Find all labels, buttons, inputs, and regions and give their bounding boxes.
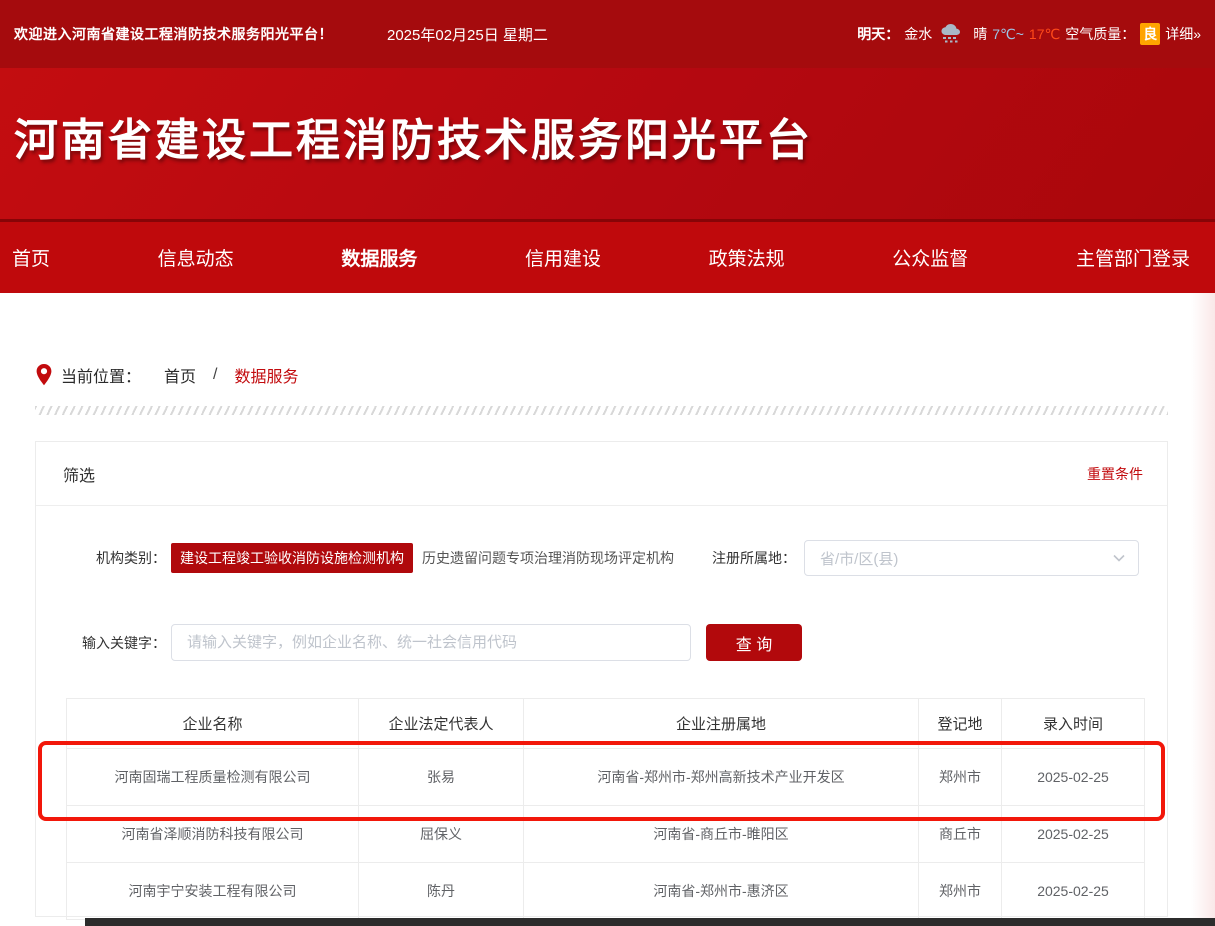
cell-region: 河南省-郑州市-郑州高新技术产业开发区 — [524, 749, 919, 806]
cell-city: 郑州市 — [919, 863, 1002, 920]
col-header-company: 企业名称 — [67, 699, 359, 749]
nav-item-admin-login[interactable]: 主管部门登录 — [1076, 244, 1190, 271]
col-header-entry-date: 录入时间 — [1002, 699, 1145, 749]
breadcrumb-label: 当前位置： — [61, 363, 141, 387]
keyword-filter-row: 输入关键字： 查 询 — [36, 624, 1167, 661]
cell-company: 河南宇宁安装工程有限公司 — [67, 863, 359, 920]
cell-legal-rep: 屈保义 — [359, 806, 524, 863]
weather-tomorrow-label: 明天： — [857, 24, 899, 44]
air-quality-badge: 良 — [1140, 23, 1160, 45]
cell-date: 2025-02-25 — [1002, 806, 1145, 863]
filter-panel: 筛选 重置条件 机构类别： 建设工程竣工验收消防设施检测机构 历史遗留问题专项治… — [35, 441, 1168, 917]
col-header-registration-city: 登记地 — [919, 699, 1002, 749]
table-row[interactable]: 河南省泽顺消防科技有限公司 屈保义 河南省-商丘市-睢阳区 商丘市 2025-0… — [67, 806, 1145, 863]
nav-item-news[interactable]: 信息动态 — [158, 244, 234, 271]
category-filter-row: 机构类别： 建设工程竣工验收消防设施检测机构 历史遗留问题专项治理消防现场评定机… — [36, 540, 1167, 576]
welcome-text: 欢迎进入河南省建设工程消防技术服务阳光平台！ — [14, 24, 333, 44]
keyword-label: 输入关键字： — [36, 633, 166, 653]
weather-district: 金水 — [904, 24, 932, 44]
cell-legal-rep: 陈丹 — [359, 863, 524, 920]
weather-condition: 晴 — [973, 24, 987, 44]
weather-widget: 明天： 金水 晴 7℃~ 17℃ 空气质量： 良 详细» — [857, 23, 1201, 45]
cell-date: 2025-02-25 — [1002, 749, 1145, 806]
col-header-registered-region: 企业注册属地 — [524, 699, 919, 749]
breadcrumb-current[interactable]: 数据服务 — [234, 363, 298, 387]
nav-item-data-service[interactable]: 数据服务 — [341, 244, 417, 271]
bottom-window-strip — [85, 918, 1215, 926]
region-select[interactable]: 省/市/区(县) — [804, 540, 1139, 576]
filter-title: 筛选 — [63, 462, 95, 486]
table-row[interactable]: 河南宇宁安装工程有限公司 陈丹 河南省-郑州市-惠济区 郑州市 2025-02-… — [67, 863, 1145, 920]
search-button[interactable]: 查 询 — [706, 624, 802, 661]
date-text: 2025年02月25日 星期二 — [387, 24, 548, 45]
filter-panel-header: 筛选 重置条件 — [36, 442, 1167, 506]
nav-item-policy[interactable]: 政策法规 — [709, 244, 785, 271]
table-row[interactable]: 河南固瑞工程质量检测有限公司 张易 河南省-郑州市-郑州高新技术产业开发区 郑州… — [67, 749, 1145, 806]
cell-city: 商丘市 — [919, 806, 1002, 863]
category-option-active[interactable]: 建设工程竣工验收消防设施检测机构 — [171, 543, 413, 573]
category-label: 机构类别： — [36, 548, 166, 568]
region-filter-group: 注册所属地： 省/市/区(县) — [712, 540, 1139, 576]
region-label: 注册所属地： — [712, 548, 796, 568]
top-info-bar: 欢迎进入河南省建设工程消防技术服务阳光平台！ 2025年02月25日 星期二 明… — [0, 0, 1215, 68]
nav-item-credit[interactable]: 信用建设 — [525, 244, 601, 271]
breadcrumb-separator: / — [213, 366, 217, 384]
cell-company: 河南固瑞工程质量检测有限公司 — [67, 749, 359, 806]
temp-high: 17℃ — [1029, 26, 1060, 43]
reset-filters-link[interactable]: 重置条件 — [1087, 464, 1143, 484]
keyword-input[interactable] — [171, 624, 691, 661]
air-quality-label: 空气质量： — [1065, 24, 1135, 44]
col-header-legal-rep: 企业法定代表人 — [359, 699, 524, 749]
cell-city: 郑州市 — [919, 749, 1002, 806]
temp-low: 7℃~ — [992, 26, 1024, 43]
nav-item-public-supervision[interactable]: 公众监督 — [892, 244, 968, 271]
chevron-down-icon — [1112, 551, 1126, 565]
cell-legal-rep: 张易 — [359, 749, 524, 806]
category-option-inactive[interactable]: 历史遗留问题专项治理消防现场评定机构 — [422, 548, 674, 568]
nav-item-home[interactable]: 首页 — [12, 244, 50, 271]
breadcrumb: 当前位置： 首页 / 数据服务 — [36, 363, 1215, 387]
location-pin-icon — [36, 364, 52, 386]
cell-region: 河南省-郑州市-惠济区 — [524, 863, 919, 920]
cell-region: 河南省-商丘市-睢阳区 — [524, 806, 919, 863]
results-table: 企业名称 企业法定代表人 企业注册属地 登记地 录入时间 河南固瑞工程质量检测有… — [66, 698, 1145, 920]
table-header-row: 企业名称 企业法定代表人 企业注册属地 登记地 录入时间 — [67, 699, 1145, 749]
site-title: 河南省建设工程消防技术服务阳光平台 — [14, 104, 1215, 168]
slash-divider — [35, 406, 1168, 415]
cell-company: 河南省泽顺消防科技有限公司 — [67, 806, 359, 863]
region-select-placeholder: 省/市/区(县) — [820, 548, 898, 569]
breadcrumb-home[interactable]: 首页 — [164, 363, 196, 387]
cell-date: 2025-02-25 — [1002, 863, 1145, 920]
site-header: 河南省建设工程消防技术服务阳光平台 — [0, 68, 1215, 219]
main-nav: 首页 信息动态 数据服务 信用建设 政策法规 公众监督 主管部门登录 — [0, 219, 1215, 293]
weather-detail-link[interactable]: 详细» — [1165, 24, 1201, 44]
cloud-weather-icon — [939, 24, 966, 44]
